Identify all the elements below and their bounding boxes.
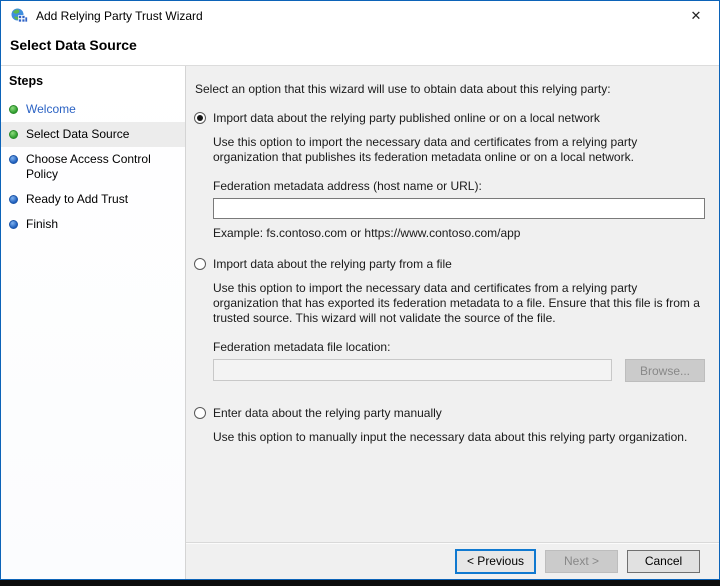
window-title: Add Relying Party Trust Wizard bbox=[36, 9, 203, 23]
sidebar-item-select-data-source[interactable]: Select Data Source bbox=[1, 122, 185, 147]
instruction-text: Select an option that this wizard will u… bbox=[195, 82, 611, 96]
option-label: Import data about the relying party publ… bbox=[213, 111, 600, 125]
close-icon[interactable]: ✕ bbox=[685, 5, 707, 27]
option-import-online-description: Use this option to import the necessary … bbox=[213, 135, 638, 164]
adfs-wizard-icon bbox=[11, 8, 28, 25]
sidebar-item-label: Finish bbox=[26, 217, 59, 231]
cancel-button[interactable]: Cancel bbox=[627, 549, 700, 573]
sidebar-item-label: Welcome bbox=[26, 102, 76, 116]
title-bar: Add Relying Party Trust Wizard ✕ bbox=[1, 1, 719, 31]
radio-import-online[interactable] bbox=[194, 112, 206, 124]
radio-enter-manually[interactable] bbox=[194, 407, 206, 419]
wizard-window: Add Relying Party Trust Wizard ✕ Select … bbox=[0, 0, 720, 580]
option-import-file-description: Use this option to import the necessary … bbox=[213, 281, 700, 325]
steps-sidebar: Steps Welcome Select Data Source Choose … bbox=[1, 66, 186, 579]
sidebar-item-choose-access-control-policy: Choose Access Control Policy bbox=[1, 147, 185, 187]
sidebar-item-finish: Finish bbox=[1, 212, 185, 237]
step-done-bullet-icon bbox=[9, 130, 18, 139]
metadata-file-input bbox=[213, 359, 612, 381]
metadata-address-input[interactable] bbox=[213, 198, 705, 219]
sidebar-item-ready-to-add-trust: Ready to Add Trust bbox=[1, 187, 185, 212]
sidebar-item-label: Ready to Add Trust bbox=[26, 192, 129, 206]
option-enter-manually-description: Use this option to manually input the ne… bbox=[213, 430, 688, 444]
option-label: Import data about the relying party from… bbox=[213, 257, 452, 271]
radio-import-file[interactable] bbox=[194, 258, 206, 270]
step-todo-bullet-icon bbox=[9, 195, 18, 204]
step-done-bullet-icon bbox=[9, 105, 18, 114]
metadata-address-label: Federation metadata address (host name o… bbox=[213, 179, 482, 193]
metadata-address-example: Example: fs.contoso.com or https://www.c… bbox=[213, 226, 521, 240]
metadata-file-label: Federation metadata file location: bbox=[213, 340, 391, 354]
option-enter-manually[interactable]: Enter data about the relying party manua… bbox=[194, 406, 705, 421]
sidebar-item-label: Choose Access Control Policy bbox=[26, 152, 151, 181]
step-todo-bullet-icon bbox=[9, 220, 18, 229]
step-todo-bullet-icon bbox=[9, 155, 18, 164]
wizard-footer: < Previous Next > Cancel bbox=[186, 542, 719, 579]
main-panel: Select an option that this wizard will u… bbox=[186, 66, 719, 579]
data-source-form: Select an option that this wizard will u… bbox=[186, 66, 719, 542]
sidebar-item-welcome[interactable]: Welcome bbox=[1, 97, 185, 122]
next-button: Next > bbox=[545, 549, 618, 573]
option-import-file[interactable]: Import data about the relying party from… bbox=[194, 257, 705, 272]
option-import-online[interactable]: Import data about the relying party publ… bbox=[194, 111, 705, 126]
option-label: Enter data about the relying party manua… bbox=[213, 406, 442, 420]
steps-heading: Steps bbox=[9, 74, 44, 88]
sidebar-item-label: Select Data Source bbox=[26, 127, 130, 141]
browse-button: Browse... bbox=[625, 359, 705, 382]
previous-button[interactable]: < Previous bbox=[454, 548, 536, 574]
page-title: Select Data Source bbox=[1, 31, 719, 66]
